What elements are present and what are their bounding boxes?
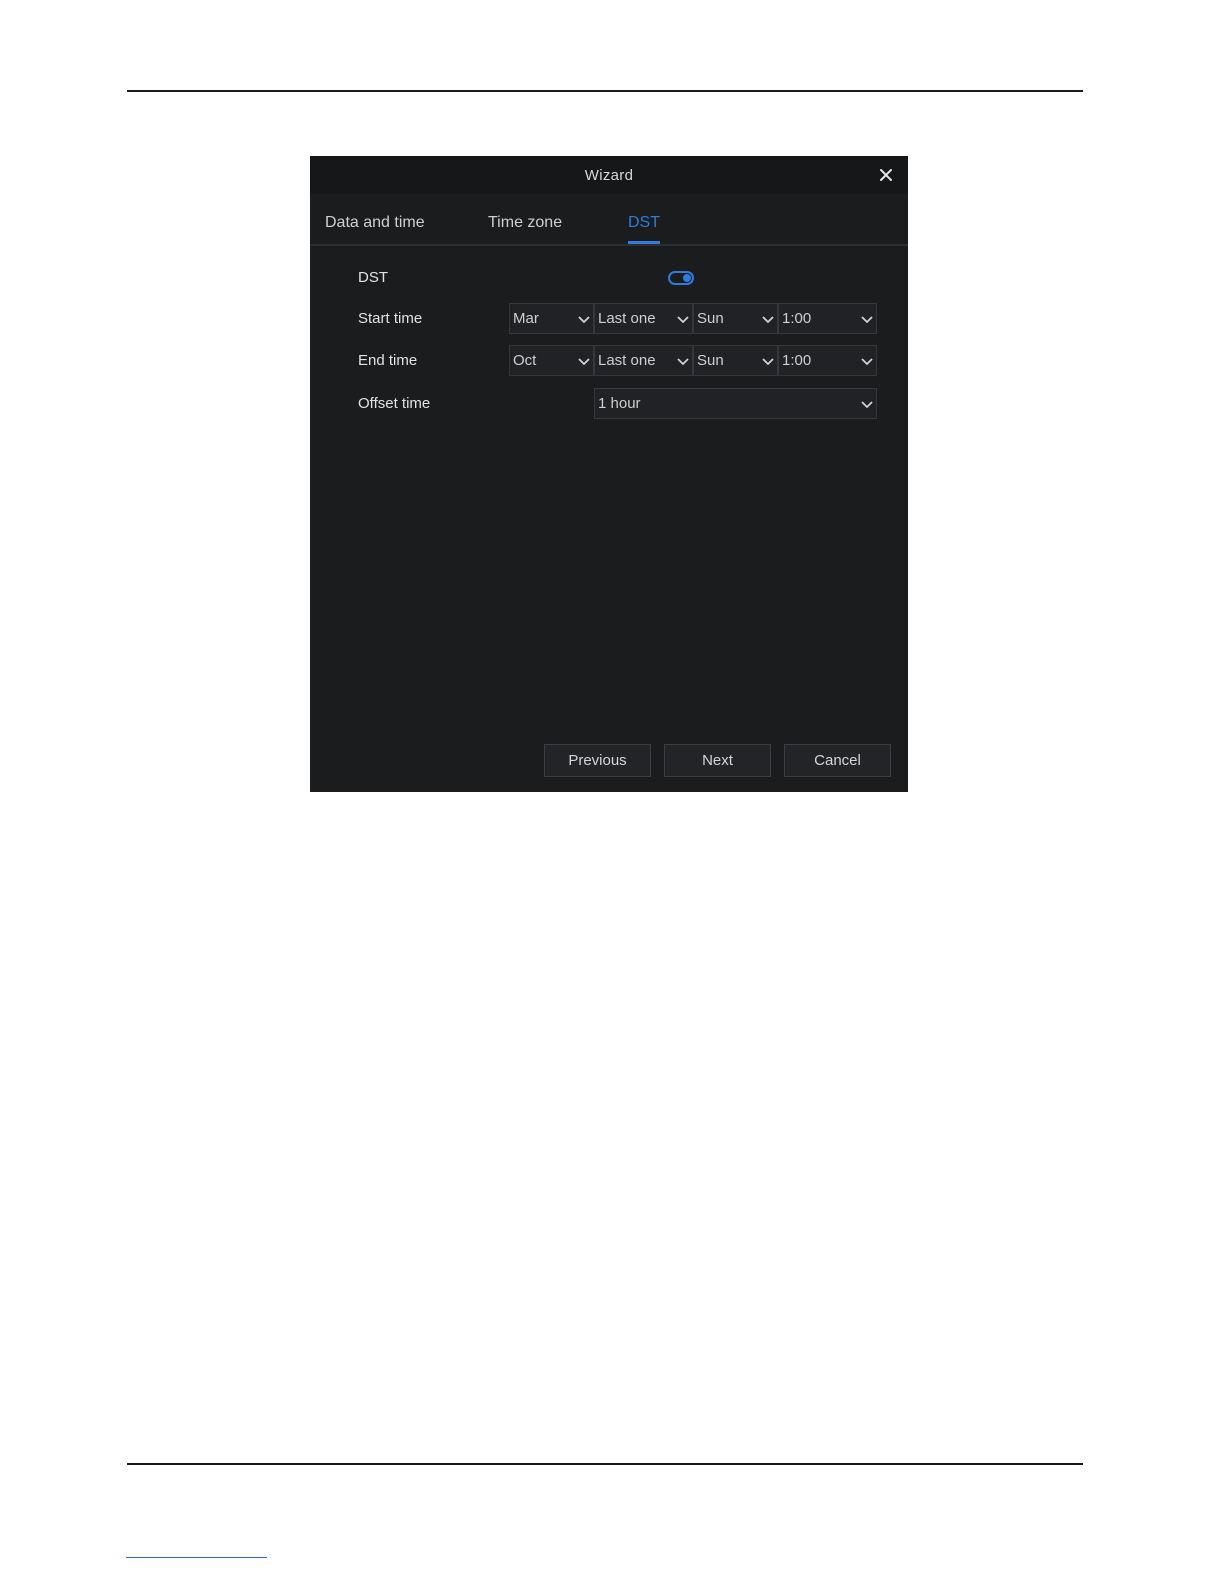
tab-bar: Data and time Time zone DST: [310, 200, 908, 246]
page-footer-rule: [127, 1463, 1083, 1465]
start-day-select[interactable]: Sun: [693, 303, 778, 334]
start-week-value: Last one: [598, 310, 656, 327]
previous-button[interactable]: Previous: [544, 744, 651, 777]
start-week-select[interactable]: Last one: [594, 303, 693, 334]
chevron-down-icon: [861, 316, 873, 324]
tab-data-and-time[interactable]: Data and time: [325, 214, 425, 232]
tab-time-zone[interactable]: Time zone: [488, 214, 562, 232]
end-hour-select[interactable]: 1:00: [778, 345, 877, 376]
chevron-down-icon: [762, 358, 774, 366]
offset-time-select[interactable]: 1 hour: [594, 388, 877, 419]
dst-toggle[interactable]: [668, 271, 694, 285]
start-month-value: Mar: [513, 310, 539, 327]
end-month-value: Oct: [513, 352, 537, 369]
close-icon[interactable]: [876, 165, 896, 185]
end-hour-value: 1:00: [782, 352, 812, 369]
end-day-select[interactable]: Sun: [693, 345, 778, 376]
chevron-down-icon: [677, 358, 689, 366]
dst-label: DST: [358, 269, 388, 286]
page-header-rule: [127, 90, 1083, 92]
start-time-label: Start time: [358, 310, 423, 327]
end-time-label: End time: [358, 352, 418, 369]
active-tab-indicator: [628, 241, 660, 244]
start-hour-select[interactable]: 1:00: [778, 303, 877, 334]
chevron-down-icon: [861, 401, 873, 409]
dialog-title: Wizard: [584, 166, 634, 184]
dialog-titlebar: Wizard: [310, 156, 908, 194]
chevron-down-icon: [677, 316, 689, 324]
tab-dst-label: DST: [628, 214, 660, 231]
offset-time-label: Offset time: [358, 395, 431, 412]
wizard-dialog: Wizard Data and time Time zone DST DST S…: [310, 156, 908, 792]
start-day-value: Sun: [697, 310, 724, 327]
end-day-value: Sun: [697, 352, 724, 369]
start-month-select[interactable]: Mar: [509, 303, 594, 334]
chevron-down-icon: [762, 316, 774, 324]
footer-link-underline[interactable]: [126, 1557, 267, 1558]
next-button[interactable]: Next: [664, 744, 771, 777]
chevron-down-icon: [578, 316, 590, 324]
end-week-select[interactable]: Last one: [594, 345, 693, 376]
end-month-select[interactable]: Oct: [509, 345, 594, 376]
chevron-down-icon: [861, 358, 873, 366]
toggle-knob: [683, 274, 691, 282]
offset-time-value: 1 hour: [598, 395, 641, 412]
end-week-value: Last one: [598, 352, 656, 369]
chevron-down-icon: [578, 358, 590, 366]
tab-dst[interactable]: DST: [628, 214, 660, 244]
start-hour-value: 1:00: [782, 310, 812, 327]
cancel-button[interactable]: Cancel: [784, 744, 891, 777]
